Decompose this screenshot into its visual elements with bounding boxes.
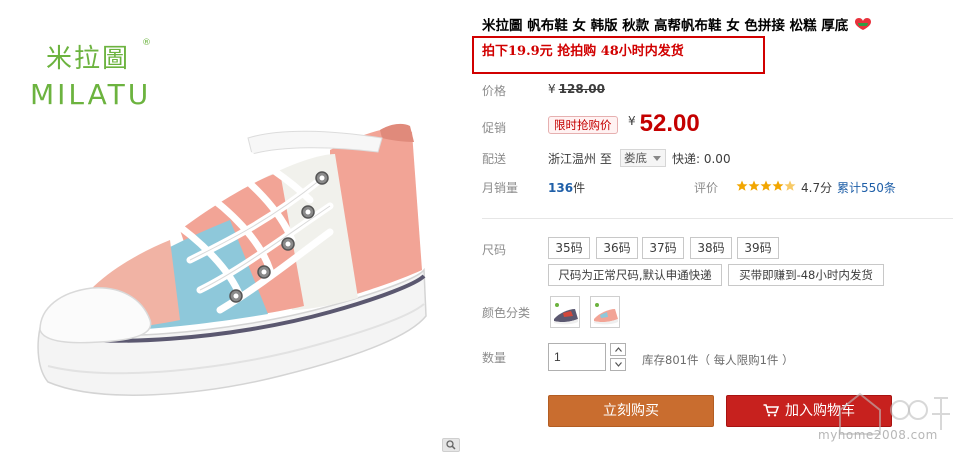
heart-badge-icon xyxy=(855,18,872,30)
product-image[interactable]: 米拉圖 ® MILATU xyxy=(0,0,462,452)
watermark-url: myhome2008.com xyxy=(818,428,938,442)
size-note-normal[interactable]: 尺码为正常尺码,默认申通快递 xyxy=(548,264,722,286)
color-label: 颜色分类 xyxy=(482,306,531,320)
color-swatch-dark[interactable] xyxy=(550,296,580,328)
shoe-illustration xyxy=(37,123,427,396)
shipping-destination-value: 娄底 xyxy=(624,151,647,165)
quantity-label: 数量 xyxy=(482,351,507,365)
promotion-tag: 限时抢购价 xyxy=(548,116,618,134)
quantity-input[interactable] xyxy=(548,343,606,371)
stock-info: 库存801件（ 每人限购1件 ） xyxy=(642,353,794,367)
original-price-value: 128.00 xyxy=(558,82,605,96)
shipping-destination-select[interactable]: 娄底 xyxy=(620,149,666,167)
zoom-icon[interactable] xyxy=(442,438,460,452)
shoe-thumbnail-dark-icon xyxy=(554,303,578,325)
size-label: 尺码 xyxy=(482,243,507,257)
brand-logo-registered: ® xyxy=(142,38,151,48)
size-option-38[interactable]: 38码 xyxy=(690,237,732,259)
rating-score: 4.7分 xyxy=(801,181,833,195)
product-title-row: 米拉圖 帆布鞋 女 韩版 秋款 高帮帆布鞋 女 色拼接 松糕 厚底 xyxy=(482,14,953,34)
monthly-sales-count: 136 xyxy=(548,181,574,195)
quantity-increase-button[interactable] xyxy=(610,343,626,356)
promo-text: 拍下19.9元 抢拍购 48小时内发货 xyxy=(482,44,684,59)
add-to-cart-button[interactable]: 加入购物车 xyxy=(726,395,892,427)
sale-price-currency: ¥ xyxy=(628,114,636,128)
size-option-39[interactable]: 39码 xyxy=(737,237,779,259)
size-note-shipping[interactable]: 买带即赚到-48小时内发货 xyxy=(728,264,884,286)
add-to-cart-label: 加入购物车 xyxy=(785,403,855,419)
price-label: 价格 xyxy=(482,84,507,98)
chevron-down-icon xyxy=(653,156,661,161)
shipping-label: 配送 xyxy=(482,152,507,166)
brand-logo: 米拉圖 ® MILATU xyxy=(30,38,160,111)
sale-price: ¥52.00 xyxy=(628,110,700,138)
shipping-origin: 浙江温州 至 xyxy=(548,150,612,167)
shipping-origin-city: 浙江温州 xyxy=(548,152,597,166)
section-divider xyxy=(482,218,953,219)
product-title: 米拉圖 帆布鞋 女 韩版 秋款 高帮帆布鞋 女 色拼接 松糕 厚底 xyxy=(482,18,849,34)
sale-price-value: 52.00 xyxy=(639,110,700,137)
chevron-up-icon xyxy=(614,347,622,352)
shipping-to-word: 至 xyxy=(599,152,612,166)
review-count-link[interactable]: 累计550条 xyxy=(837,179,896,196)
brand-logo-en: MILATU xyxy=(30,78,152,111)
monthly-sales: 136件 xyxy=(548,179,585,196)
color-swatch-pink[interactable] xyxy=(590,296,620,328)
size-option-36[interactable]: 36码 xyxy=(596,237,638,259)
rating-stars-icon xyxy=(736,180,796,191)
promotion-label: 促销 xyxy=(482,121,507,135)
product-detail-panel: 米拉圖 帆布鞋 女 韩版 秋款 高帮帆布鞋 女 色拼接 松糕 厚底 拍下19.9… xyxy=(472,0,953,452)
original-price: ¥128.00 xyxy=(548,82,605,96)
monthly-sales-label: 月销量 xyxy=(482,181,519,195)
buy-now-button[interactable]: 立刻购买 xyxy=(548,395,714,427)
size-option-37[interactable]: 37码 xyxy=(642,237,684,259)
brand-logo-cn: 米拉圖 xyxy=(46,44,131,74)
shoe-thumbnail-pink-icon xyxy=(594,303,618,325)
magnifier-icon xyxy=(446,440,456,450)
quantity-decrease-button[interactable] xyxy=(610,358,626,371)
size-option-35[interactable]: 35码 xyxy=(548,237,590,259)
original-price-currency: ¥ xyxy=(548,82,556,96)
shipping-fee: 快递: 0.00 xyxy=(672,152,731,166)
review-label: 评价 xyxy=(694,181,719,195)
monthly-sales-unit: 件 xyxy=(573,181,586,195)
chevron-down-icon xyxy=(614,362,622,367)
cart-icon xyxy=(763,404,779,417)
